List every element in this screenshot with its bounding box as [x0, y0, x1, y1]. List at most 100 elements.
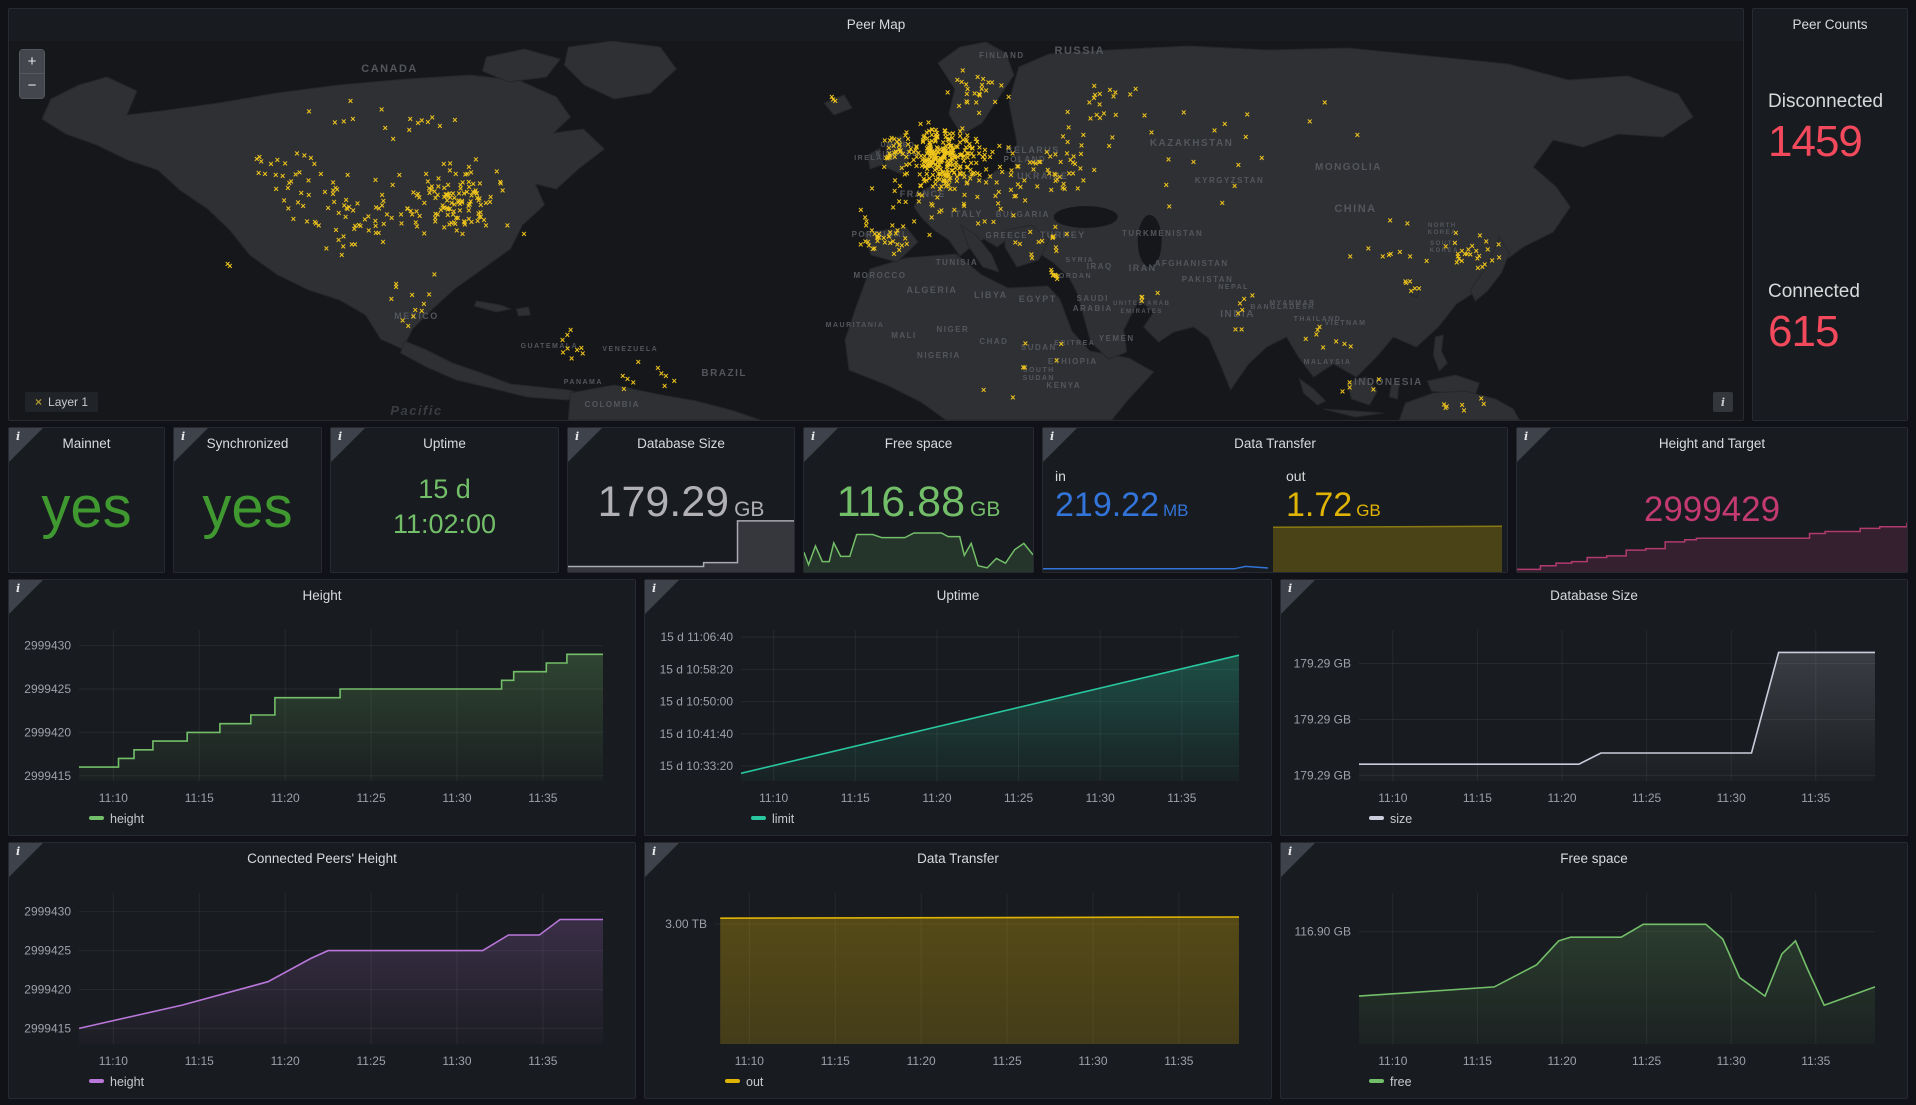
svg-text:×: ×	[476, 195, 481, 205]
svg-text:×: ×	[887, 136, 892, 146]
database-size-chart[interactable]: 179.29 GB179.29 GB179.29 GB11:1011:1511:…	[1281, 580, 1907, 837]
svg-text:×: ×	[326, 203, 331, 213]
svg-text:×: ×	[521, 229, 526, 239]
svg-text:×: ×	[569, 353, 574, 363]
svg-text:×: ×	[1142, 110, 1147, 120]
svg-text:×: ×	[256, 168, 261, 178]
world-map[interactable]: CANADARUSSIAFINLANDUNITEDKINGDOMIRELANDF…	[9, 41, 1743, 420]
svg-text:×: ×	[1317, 322, 1322, 332]
free-space-chart[interactable]: 116.90 GB11:1011:1511:2011:2511:3011:35f…	[1281, 843, 1907, 1100]
svg-text:×: ×	[400, 315, 405, 325]
connected-value: 615	[1768, 307, 1901, 357]
map-attribution-button[interactable]: i	[1713, 392, 1733, 412]
svg-text:×: ×	[900, 149, 905, 159]
free-space-value: 116.88GB	[804, 478, 1033, 527]
svg-text:height: height	[110, 812, 145, 826]
svg-text:×: ×	[331, 177, 336, 187]
svg-text:×: ×	[896, 197, 901, 207]
svg-text:×: ×	[389, 213, 394, 223]
uptime-chart[interactable]: 15 d 10:33:2015 d 10:41:4015 d 10:50:001…	[645, 580, 1271, 837]
height-chart[interactable]: 299941529994202999425299943011:1011:1511…	[9, 580, 635, 837]
svg-text:×: ×	[1029, 253, 1034, 263]
svg-text:×: ×	[1049, 185, 1054, 195]
map-layer-toggle[interactable]: ×Layer 1	[25, 392, 98, 412]
connected-label: Connected	[1768, 281, 1901, 303]
connected-peers-height-chart-panel: i Connected Peers' Height 29994152999420…	[8, 842, 636, 1099]
svg-text:×: ×	[1166, 154, 1171, 164]
svg-text:×: ×	[1232, 181, 1237, 191]
svg-text:×: ×	[972, 88, 977, 98]
data-transfer-chart[interactable]: 3.00 TB11:1011:1511:2011:2511:3011:35out	[645, 843, 1271, 1100]
svg-text:×: ×	[408, 206, 413, 216]
svg-text:×: ×	[1016, 162, 1021, 172]
svg-text:11:15: 11:15	[185, 1054, 214, 1068]
svg-text:×: ×	[914, 161, 919, 171]
free-space-chart-title[interactable]: Free space	[1281, 851, 1907, 866]
svg-text:11:30: 11:30	[1086, 791, 1115, 805]
data-transfer-chart-title[interactable]: Data Transfer	[645, 851, 1271, 866]
free-space-stat-panel: i Free space 116.88GB	[803, 427, 1034, 573]
svg-text:×: ×	[1236, 160, 1241, 170]
svg-text:11:15: 11:15	[841, 791, 870, 805]
svg-text:11:35: 11:35	[1801, 791, 1830, 805]
svg-text:×: ×	[312, 159, 317, 169]
svg-text:MONGOLIA: MONGOLIA	[1315, 162, 1382, 173]
svg-text:11:35: 11:35	[528, 1054, 557, 1068]
data-transfer-title[interactable]: Data Transfer	[1043, 436, 1507, 451]
svg-text:×: ×	[1164, 180, 1169, 190]
map-zoom-in-button[interactable]: +	[20, 50, 44, 74]
data-transfer-in: in 219.22MB	[1055, 468, 1189, 525]
svg-text:×: ×	[960, 65, 965, 75]
svg-text:×: ×	[422, 198, 427, 208]
svg-text:TUNISIA: TUNISIA	[936, 258, 978, 267]
data-transfer-out: out 1.72GB	[1286, 468, 1381, 525]
map-zoom-out-button[interactable]: −	[20, 74, 44, 98]
svg-text:IRAN: IRAN	[1129, 263, 1157, 273]
database-size-chart-title[interactable]: Database Size	[1281, 588, 1907, 603]
svg-text:×: ×	[1477, 231, 1482, 241]
svg-text:MOROCCO: MOROCCO	[853, 271, 906, 280]
svg-text:×: ×	[912, 217, 917, 227]
peer-map-title[interactable]: Peer Map	[9, 9, 1743, 41]
svg-text:11:30: 11:30	[442, 791, 471, 805]
svg-text:BULGARIA: BULGARIA	[996, 210, 1050, 219]
uptime-chart-title[interactable]: Uptime	[645, 588, 1271, 603]
height-target-title[interactable]: Height and Target	[1517, 436, 1907, 451]
svg-text:11:15: 11:15	[1463, 791, 1492, 805]
svg-text:×: ×	[473, 155, 478, 165]
svg-text:×: ×	[410, 290, 415, 300]
svg-text:×: ×	[954, 176, 959, 186]
synchronized-stat-panel: i Synchronized yes	[173, 427, 322, 573]
svg-text:×: ×	[286, 204, 291, 214]
svg-text:×: ×	[997, 141, 1002, 151]
svg-text:×: ×	[1212, 125, 1217, 135]
peer-counts-title[interactable]: Peer Counts	[1753, 9, 1907, 41]
connected-peers-height-chart[interactable]: 299941529994202999425299943011:1011:1511…	[9, 843, 635, 1100]
svg-text:×: ×	[981, 385, 986, 395]
svg-text:×: ×	[343, 212, 348, 222]
svg-text:×: ×	[376, 204, 381, 214]
disconnected-stat: Disconnected 1459	[1768, 91, 1901, 167]
svg-text:11:10: 11:10	[759, 791, 788, 805]
svg-text:×: ×	[408, 114, 413, 124]
svg-text:×: ×	[1051, 232, 1056, 242]
uptime-title[interactable]: Uptime	[331, 436, 558, 451]
svg-text:×: ×	[895, 225, 900, 235]
svg-text:179.29 GB: 179.29 GB	[1294, 657, 1351, 671]
connected-peers-height-chart-title[interactable]: Connected Peers' Height	[9, 851, 635, 866]
svg-text:×: ×	[349, 239, 354, 249]
world-map-canvas[interactable]: CANADARUSSIAFINLANDUNITEDKINGDOMIRELANDF…	[9, 41, 1743, 420]
svg-text:×: ×	[927, 126, 932, 136]
svg-text:×: ×	[916, 197, 921, 207]
svg-text:×: ×	[1416, 283, 1421, 293]
svg-text:VIETNAM: VIETNAM	[1325, 320, 1367, 327]
free-space-title[interactable]: Free space	[804, 436, 1033, 451]
svg-text:×: ×	[927, 230, 932, 240]
height-chart-title[interactable]: Height	[9, 588, 635, 603]
svg-text:×: ×	[1366, 243, 1371, 253]
database-size-title[interactable]: Database Size	[568, 436, 794, 451]
svg-text:×: ×	[961, 199, 966, 209]
data-transfer-stat-panel: i Data Transfer in 219.22MB out 1.72GB	[1042, 427, 1508, 573]
svg-text:×: ×	[332, 118, 337, 128]
svg-text:×: ×	[452, 200, 457, 210]
